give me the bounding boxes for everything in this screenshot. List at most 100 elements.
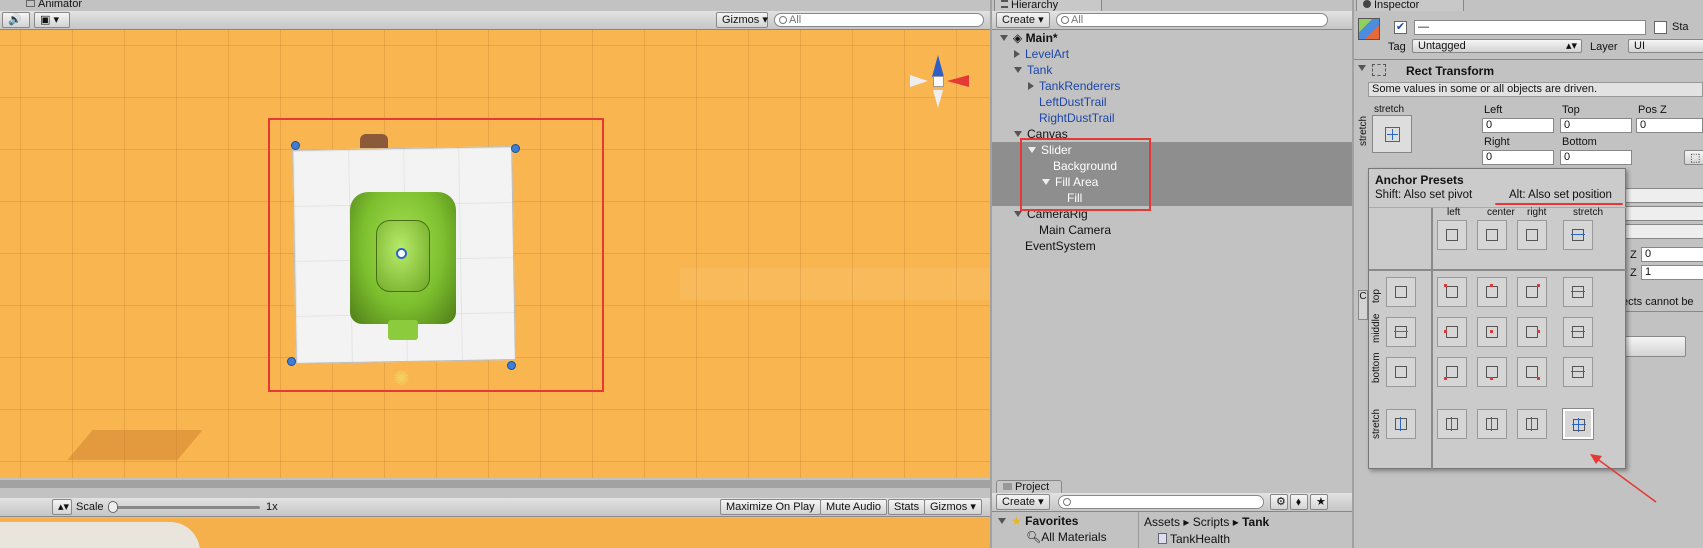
rect-handle-tl[interactable]	[291, 141, 300, 150]
anchor-preset-none-stretch[interactable]	[1563, 220, 1593, 250]
anchor-preset-middle-right[interactable]	[1517, 317, 1547, 347]
hierarchy-item-rightdusttrail[interactable]: RightDustTrail	[992, 110, 1352, 126]
hierarchy-item-leftdusttrail[interactable]: LeftDustTrail	[992, 94, 1352, 110]
tab-animator[interactable]: Animator	[20, 0, 89, 11]
collapsed-arrow-icon[interactable]	[1014, 50, 1020, 58]
hierarchy-item-levelart[interactable]: LevelArt	[992, 46, 1352, 62]
layer-dropdown[interactable]: UI	[1628, 39, 1703, 53]
scene-search-input[interactable]: All	[774, 13, 984, 27]
hierarchy-item-label: Tank	[1027, 63, 1053, 77]
tag-dropdown[interactable]: Untagged ▴▾	[1412, 39, 1582, 53]
anchor-preset-middle-none[interactable]	[1386, 317, 1416, 347]
filter-type-button[interactable]: ⚙	[1270, 494, 1288, 510]
favorite-star-button[interactable]: ★	[1310, 494, 1328, 510]
anchor-preset-stretch-center[interactable]	[1477, 409, 1507, 439]
posz-field[interactable]: 0	[1636, 118, 1703, 133]
effects-toggle[interactable]: ▣ ▾	[34, 12, 70, 28]
bottom-field[interactable]: 0	[1560, 150, 1632, 165]
hierarchy-item-tankrenderers[interactable]: TankRenderers	[992, 78, 1352, 94]
rect-handle-br[interactable]	[507, 361, 516, 370]
stats-button[interactable]: Stats	[888, 499, 926, 515]
gameobject-name-field[interactable]: —	[1414, 20, 1646, 35]
hierarchy-item-main-camera[interactable]: Main Camera	[992, 222, 1352, 238]
anchor-preset-top-left[interactable]	[1437, 277, 1467, 307]
scale-slider-track[interactable]	[112, 506, 260, 509]
anchor-preset-bottom-center[interactable]	[1477, 357, 1507, 387]
expanded-arrow-icon[interactable]	[1014, 67, 1022, 73]
anchor-presets-title: Anchor Presets	[1375, 173, 1464, 187]
static-checkbox[interactable]	[1654, 21, 1667, 34]
aspect-dropdown[interactable]: ▴▾	[52, 499, 72, 515]
tab-project[interactable]: Project	[996, 480, 1062, 493]
hierarchy-search-input[interactable]: All	[1056, 13, 1328, 27]
anchor-preset-top-right[interactable]	[1517, 277, 1547, 307]
sun-light-icon: ✺	[393, 368, 410, 390]
hierarchy-item-main[interactable]: ◈ Main*	[992, 30, 1352, 46]
hidden-field-3[interactable]	[1624, 224, 1703, 239]
favorites-header[interactable]: ★ Favorites	[998, 514, 1078, 528]
hierarchy-item-label: RightDustTrail	[1039, 111, 1115, 125]
hierarchy-create-button[interactable]: Create ▾	[996, 12, 1050, 28]
hierarchy-item-tank[interactable]: Tank	[992, 62, 1352, 78]
anchor-preset-button[interactable]	[1372, 115, 1412, 153]
project-search-input[interactable]	[1058, 495, 1264, 509]
active-checkbox[interactable]: ✔	[1394, 21, 1407, 34]
anchor-preset-bottom-none[interactable]	[1386, 357, 1416, 387]
maximize-on-play-button[interactable]: Maximize On Play	[720, 499, 821, 515]
anchor-preset-top-stretch[interactable]	[1563, 277, 1593, 307]
breadcrumb-tank[interactable]: Tank	[1242, 515, 1269, 529]
expanded-arrow-icon[interactable]	[1014, 211, 1022, 217]
rect-handle-tr[interactable]	[511, 144, 520, 153]
rect-handle-bl[interactable]	[287, 357, 296, 366]
anchor-preset-bottom-stretch[interactable]	[1563, 357, 1593, 387]
file-tankhealth[interactable]: TankHealth	[1158, 532, 1230, 546]
scale-z-field[interactable]: 1	[1641, 265, 1703, 280]
right-field[interactable]: 0	[1482, 150, 1554, 165]
star-icon: ★	[1011, 514, 1022, 528]
anchor-preset-bottom-left[interactable]	[1437, 357, 1467, 387]
expanded-arrow-icon[interactable]	[1014, 131, 1022, 137]
hidden-field-1[interactable]	[1624, 188, 1703, 203]
game-gizmos-dropdown[interactable]: Gizmos ▾	[924, 499, 982, 515]
tab-inspector[interactable]: Inspector	[1356, 0, 1464, 11]
side-collapse-tab[interactable]: C	[1358, 290, 1368, 320]
anchor-preset-middle-stretch[interactable]	[1563, 317, 1593, 347]
hierarchy-item-eventsystem[interactable]: EventSystem	[992, 238, 1352, 254]
scale-slider-thumb[interactable]	[108, 501, 118, 513]
project-create-button[interactable]: Create ▾	[996, 494, 1050, 510]
mute-audio-button[interactable]: Mute Audio	[820, 499, 888, 515]
favorite-all-materials[interactable]: 🔍︎All Materials	[1026, 530, 1107, 544]
anchor-preset-stretch-right[interactable]	[1517, 409, 1547, 439]
gizmos-dropdown[interactable]: Gizmos ▾	[716, 12, 768, 28]
anchor-preset-middle-center[interactable]	[1477, 317, 1507, 347]
tab-hierarchy[interactable]: Hierarchy	[994, 0, 1102, 11]
anchor-preset-stretch-stretch[interactable]	[1563, 409, 1593, 439]
anchor-preset-none-center[interactable]	[1477, 220, 1507, 250]
anchor-preset-stretch-left[interactable]	[1437, 409, 1467, 439]
anchor-preset-top-center[interactable]	[1477, 277, 1507, 307]
breadcrumb-assets[interactable]: Assets	[1144, 515, 1180, 529]
anchor-row-label-stretch: stretch	[1371, 408, 1382, 439]
anchor-row-label-top: top	[1371, 289, 1382, 303]
hidden-field-2[interactable]	[1624, 206, 1703, 221]
rect-transform-header[interactable]: Rect Transform	[1358, 63, 1703, 79]
anchor-preset-top-none[interactable]	[1386, 277, 1416, 307]
collapsed-arrow-icon[interactable]	[1028, 82, 1034, 90]
folder-icon	[1003, 483, 1012, 490]
anchor-preset-middle-left[interactable]	[1437, 317, 1467, 347]
expanded-arrow-icon[interactable]	[1000, 35, 1008, 41]
y-axis-cone	[932, 55, 944, 77]
rotation-z-field[interactable]: 0	[1641, 247, 1703, 262]
anchor-preset-none-left[interactable]	[1437, 220, 1467, 250]
anchor-preset-bottom-right[interactable]	[1517, 357, 1547, 387]
neg-y-cone	[933, 90, 943, 108]
blueprint-mode-button[interactable]: ⬚	[1684, 150, 1703, 165]
top-field[interactable]: 0	[1560, 118, 1632, 133]
filter-label-button[interactable]: ⬧	[1290, 494, 1308, 510]
audio-toggle[interactable]: 🔊	[2, 12, 30, 28]
scene-orientation-gizmo[interactable]	[905, 50, 975, 115]
anchor-preset-none-right[interactable]	[1517, 220, 1547, 250]
left-field[interactable]: 0	[1482, 118, 1554, 133]
breadcrumb-scripts[interactable]: Scripts	[1193, 515, 1230, 529]
anchor-preset-stretch-none[interactable]	[1386, 409, 1416, 439]
